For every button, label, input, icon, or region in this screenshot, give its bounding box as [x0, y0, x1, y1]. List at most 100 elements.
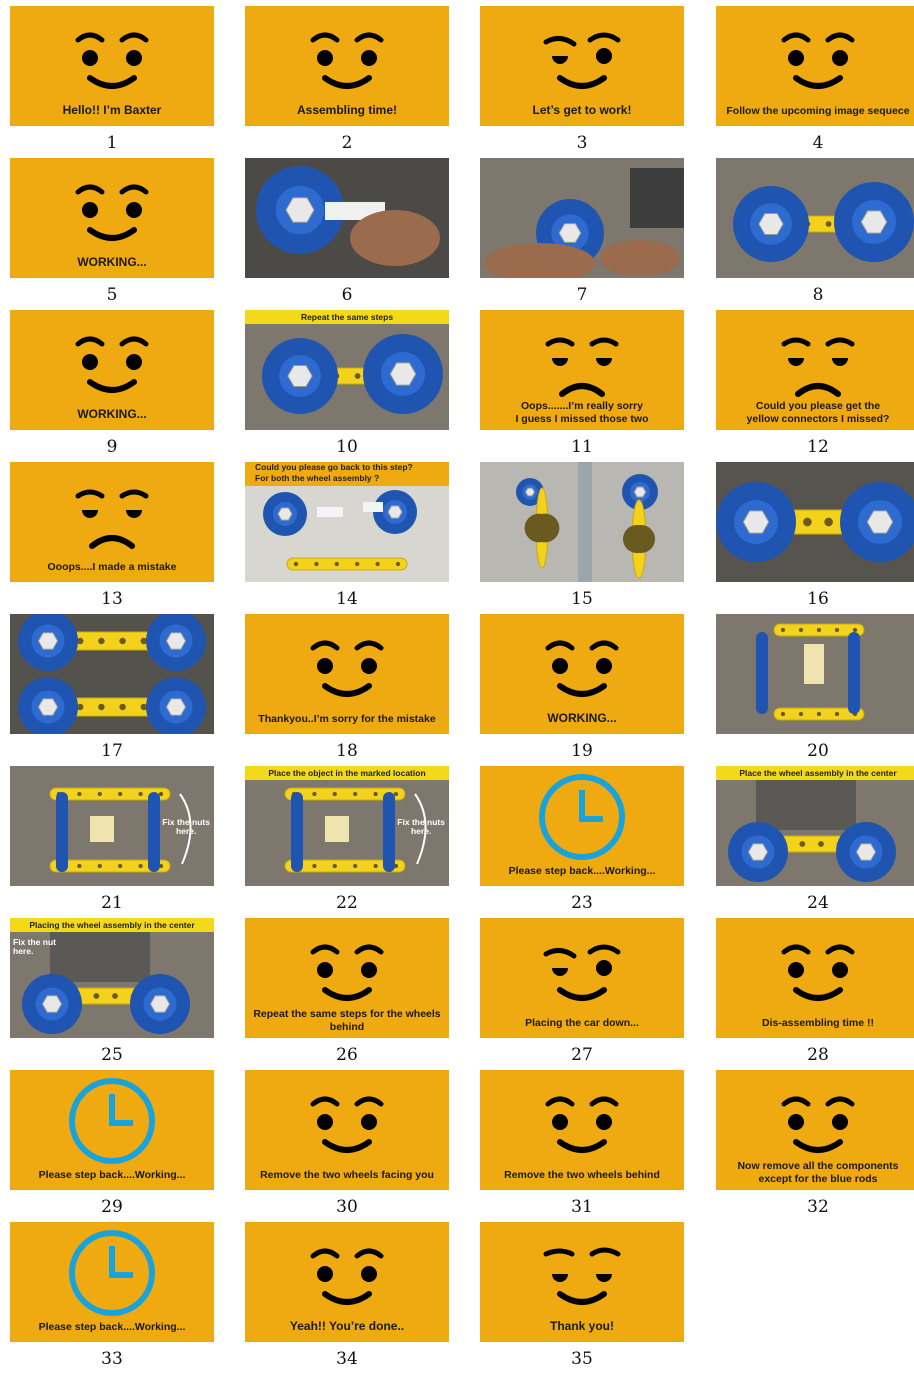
frame-panel: Now remove all the components except for… [716, 1070, 914, 1190]
photo-illustration [10, 614, 214, 734]
overlay-note: Fix the nuts here. [397, 817, 445, 837]
photo-illustration [480, 462, 684, 582]
frame-panel: Could you please go back to this step? F… [245, 462, 449, 582]
frame-20: 20 [716, 614, 914, 766]
frame-34: Yeah!! You’re done.. 34 [245, 1222, 449, 1374]
frame-panel: Remove the two wheels facing you [245, 1070, 449, 1190]
frame-number: 3 [576, 133, 588, 153]
frame-banner: Place the object in the marked location [245, 766, 449, 780]
frame-caption: Follow the upcoming image sequece [726, 104, 910, 117]
frame-33: Please step back....Working... 33 [10, 1222, 214, 1374]
frame-number: 19 [571, 741, 593, 761]
frame-panel: Placing the car down... [480, 918, 684, 1038]
frame-grid: Hello!! I’m Baxter 1 Assembling time! 2 Let’… [0, 0, 914, 1372]
frame-number: 2 [341, 133, 353, 153]
face-icon [781, 32, 855, 89]
frame-caption: Please step back....Working... [38, 1320, 186, 1333]
frame-18: Thankyou..I’m sorry for the mistake 18 [245, 614, 449, 766]
photo-illustration [716, 614, 914, 734]
frame-panel [716, 614, 914, 734]
frame-caption: WORKING... [77, 407, 147, 421]
frame-22: Place the object in the marked location F… [245, 766, 449, 918]
frame-caption: Oops.......I’m really sorry I guess I mi… [515, 399, 649, 425]
frame-panel [716, 158, 914, 278]
photo-illustration [716, 766, 914, 886]
photo-illustration [10, 918, 214, 1038]
photo-illustration [245, 158, 449, 278]
face-icon [310, 1248, 384, 1305]
frame-panel: WORKING... [480, 614, 684, 734]
frame-14: Could you please go back to this step? F… [245, 462, 449, 614]
face-icon [310, 944, 384, 1001]
frame-panel: Please step back....Working... [480, 766, 684, 886]
face-icon [75, 489, 149, 549]
face-icon [75, 32, 149, 89]
frame-4: Follow the upcoming image sequece 4 [716, 6, 914, 158]
frame-panel: Dis-assembling time !! [716, 918, 914, 1038]
face-icon [781, 337, 855, 397]
clock-icon [69, 1230, 155, 1316]
frame-number: 16 [807, 589, 829, 609]
frame-number: 17 [101, 741, 123, 761]
frame-banner: Repeat the same steps [245, 310, 449, 324]
frame-number: 15 [571, 589, 593, 609]
frame-29: Please step back....Working... 29 [10, 1070, 214, 1222]
frame-panel [716, 462, 914, 582]
frame-panel: WORKING... [10, 158, 214, 278]
face-icon [310, 1096, 384, 1153]
frame-12: Could you please get the yellow connecto… [716, 310, 914, 462]
frame-panel: WORKING... [10, 310, 214, 430]
frame-7: 7 [480, 158, 684, 310]
face-icon [781, 944, 855, 1001]
frame-15: 15 [480, 462, 684, 614]
frame-caption: Could you please get the yellow connecto… [746, 399, 890, 425]
face-icon [75, 336, 149, 393]
frame-26: Repeat the same steps for the wheels beh… [245, 918, 449, 1070]
frame-caption: WORKING... [77, 255, 147, 269]
face-icon [75, 184, 149, 241]
frame-11: Oops.......I’m really sorry I guess I mi… [480, 310, 684, 462]
frame-panel: Please step back....Working... [10, 1070, 214, 1190]
frame-number: 1 [106, 133, 118, 153]
frame-panel: Oops.......I’m really sorry I guess I mi… [480, 310, 684, 430]
frame-caption: WORKING... [547, 711, 617, 725]
frame-number: 35 [571, 1349, 593, 1369]
frame-13: Ooops....I made a mistake 13 [10, 462, 214, 614]
frame-number: 28 [807, 1045, 829, 1065]
frame-number: 5 [106, 285, 118, 305]
frame-number: 18 [336, 741, 358, 761]
frame-30: Remove the two wheels facing you 30 [245, 1070, 449, 1222]
frame-panel: Thankyou..I’m sorry for the mistake [245, 614, 449, 734]
frame-banner: Placing the wheel assembly in the center [10, 918, 214, 932]
frame-panel: Could you please get the yellow connecto… [716, 310, 914, 430]
frame-caption: Now remove all the components except for… [737, 1159, 899, 1185]
frame-caption: Dis-assembling time !! [761, 1016, 875, 1029]
frame-panel [10, 614, 214, 734]
frame-21: Fix the nuts here. 21 [10, 766, 214, 918]
frame-number: 20 [807, 741, 829, 761]
face-icon [543, 944, 621, 1001]
frame-number: 32 [807, 1197, 829, 1217]
frame-panel: Follow the upcoming image sequece [716, 6, 914, 126]
frame-number: 23 [571, 893, 593, 913]
frame-number: 30 [336, 1197, 358, 1217]
face-icon [781, 1096, 855, 1153]
photo-illustration [716, 158, 914, 278]
frame-panel: Placing the wheel assembly in the center… [10, 918, 214, 1038]
face-icon [545, 1096, 619, 1153]
frame-caption: Thank you! [549, 1319, 614, 1333]
frame-banner: Place the wheel assembly in the center [716, 766, 914, 780]
frame-9: WORKING... 9 [10, 310, 214, 462]
frame-1: Hello!! I’m Baxter 1 [10, 6, 214, 158]
frame-panel: Ooops....I made a mistake [10, 462, 214, 582]
frame-31: Remove the two wheels behind 31 [480, 1070, 684, 1222]
frame-panel: Please step back....Working... [10, 1222, 214, 1342]
frame-panel: Repeat the same steps [245, 310, 449, 430]
frame-8: 8 [716, 158, 914, 310]
clock-icon [69, 1078, 155, 1164]
frame-caption: Assembling time! [296, 103, 398, 117]
frame-caption: Remove the two wheels behind [504, 1168, 660, 1181]
face-icon [545, 640, 619, 697]
frame-number: 31 [571, 1197, 593, 1217]
frame-number: 8 [812, 285, 824, 305]
